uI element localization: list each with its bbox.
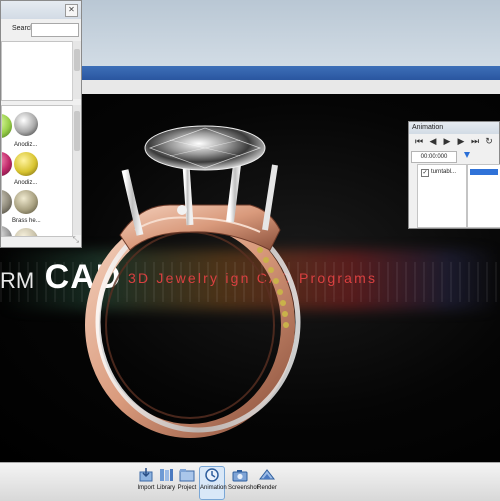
project-icon <box>179 469 195 482</box>
animation-title-bar[interactable]: Animation <box>409 122 499 134</box>
material-library-panel: ✕ Search: Anodiz... Anodiz... Brass he..… <box>0 0 82 248</box>
brand-prefix: RM <box>0 268 35 293</box>
project-button[interactable]: Project <box>175 467 199 499</box>
swatch-gold[interactable] <box>14 152 38 176</box>
time-field[interactable]: 00:00:000 <box>411 151 457 163</box>
swatch-partial[interactable] <box>14 228 38 236</box>
animation-item[interactable]: ✓ turntabl... <box>421 169 456 177</box>
scrollbar-thumb[interactable] <box>74 111 80 151</box>
swatch-silver[interactable] <box>14 112 38 136</box>
checkbox-icon[interactable]: ✓ <box>421 169 429 177</box>
swatch-gray[interactable] <box>2 190 12 214</box>
screenshot-icon <box>232 470 248 482</box>
play-icon[interactable]: ▶ <box>441 135 453 147</box>
go-to-end-icon[interactable]: ⏭ <box>469 135 481 147</box>
animation-toolbar: ⏮ ◀ ▶ ▶ ⏭ ↻ <box>411 135 497 149</box>
material-panel-title-bar[interactable]: ✕ <box>1 1 81 19</box>
swatch-brass[interactable] <box>14 190 38 214</box>
swatch-magenta[interactable] <box>2 152 12 176</box>
search-row: Search: <box>1 21 81 39</box>
loop-icon[interactable]: ↻ <box>483 135 495 147</box>
swatch-label: Brass he... <box>12 218 41 224</box>
animation-item-label: turntabl... <box>431 169 457 175</box>
track-bar[interactable] <box>470 169 498 175</box>
screenshot-label: Screenshot <box>228 485 259 491</box>
step-back-icon[interactable]: ◀ <box>427 135 439 147</box>
timeline-marker-icon[interactable] <box>464 152 470 158</box>
search-input[interactable] <box>31 23 79 37</box>
resize-grip-icon[interactable]: ⤡ <box>73 235 79 245</box>
swatch-label: Anodiz... <box>14 180 38 186</box>
swatch-label: Anodiz... <box>14 142 38 148</box>
screenshot-button[interactable]: Screenshot <box>228 467 259 499</box>
ring-model[interactable] <box>80 110 330 440</box>
material-swatch-grid: Anodiz... Anodiz... Brass he... <box>1 105 73 237</box>
animation-title: Animation <box>412 124 444 131</box>
animation-label: Animation <box>200 485 227 491</box>
animation-window: Animation ⏮ ◀ ▶ ▶ ⏭ ↻ 00:00:000 ✓ turntab… <box>408 121 500 229</box>
animation-button[interactable]: Animation <box>199 466 227 500</box>
animation-track[interactable] <box>467 164 500 228</box>
material-category-tree[interactable] <box>1 41 73 101</box>
go-to-start-icon[interactable]: ⏮ <box>413 135 425 147</box>
close-icon[interactable]: ✕ <box>65 4 78 17</box>
animation-time-row: 00:00:000 <box>411 151 497 163</box>
swatch-scrollbar[interactable] <box>72 105 81 235</box>
import-icon <box>139 468 153 482</box>
library-icon <box>160 469 173 481</box>
app-title-bar <box>80 66 500 80</box>
render-icon <box>258 469 276 480</box>
project-label: Project <box>177 485 197 491</box>
step-forward-icon[interactable]: ▶ <box>455 135 467 147</box>
render-button[interactable]: Render <box>255 467 279 499</box>
app-menu-bar <box>80 80 500 95</box>
swatch-partial[interactable] <box>2 226 12 236</box>
bottom-toolbar: Import Library Project Animation Screens… <box>0 462 500 501</box>
render-label: Render <box>257 485 277 491</box>
scrollbar-thumb[interactable] <box>74 49 80 71</box>
animation-list: ✓ turntabl... <box>417 164 467 228</box>
swatch-green[interactable] <box>2 114 12 138</box>
category-scrollbar[interactable] <box>72 41 81 99</box>
animation-icon <box>205 468 219 482</box>
